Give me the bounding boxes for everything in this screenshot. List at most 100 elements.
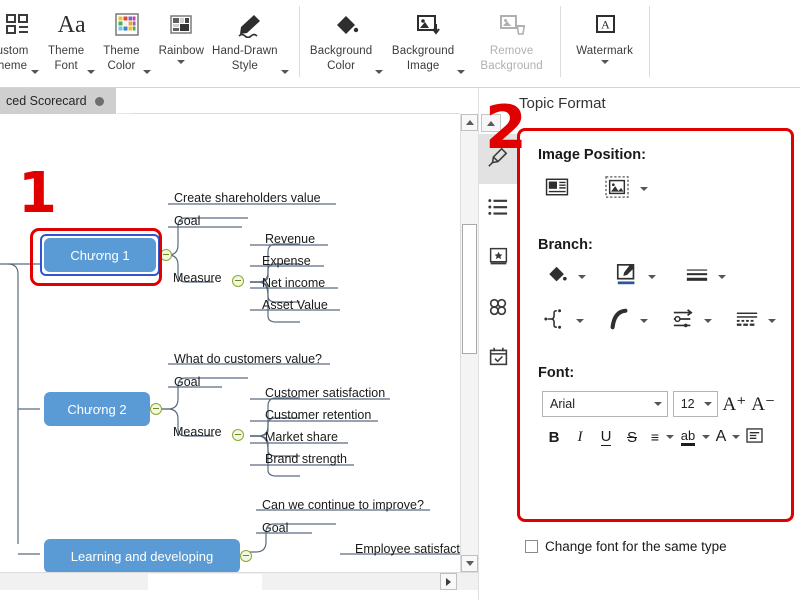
ribbon-background-image[interactable]: Background Image [388,0,470,74]
scroll-up-button[interactable] [461,114,478,131]
chevron-down-icon[interactable] [718,275,726,279]
branch-dash-style-button[interactable] [732,307,762,335]
chevron-down-icon[interactable] [177,60,186,64]
canvas-horizontal-scrollbar[interactable] [0,572,478,590]
chevron-down-icon[interactable] [578,275,586,279]
chevron-down-icon[interactable] [732,435,740,439]
topic-customer-satisfaction[interactable]: Customer satisfaction [265,386,385,400]
unsaved-changes-dot-icon [94,96,104,106]
chevron-down-icon[interactable] [640,187,648,191]
decrease-font-size-button[interactable]: A⁻ [751,393,775,416]
mindmap-canvas[interactable]: Create shareholders value Goal Measure R… [0,114,478,586]
font-family-value: Arial [550,397,576,411]
chevron-down-icon[interactable] [31,70,40,74]
panel-tab-task[interactable] [479,334,517,384]
chevron-down-icon[interactable] [87,70,96,74]
chevron-down-icon[interactable] [640,319,648,323]
ribbon-theme-color[interactable]: Theme Color [99,0,154,74]
branch-fill-color-button[interactable] [542,263,572,291]
topic-goal-1[interactable]: Goal [174,214,200,228]
collapse-toggle-measure-1[interactable] [232,275,244,287]
topic-market-share[interactable]: Market share [265,430,338,444]
branch-line-width-button[interactable] [682,263,712,291]
ribbon-custom-theme[interactable]: ustom heme [0,0,44,74]
font-color-glyph: A [715,428,727,445]
topic-create-shareholders-value[interactable]: Create shareholders value [174,191,321,205]
topic-brand-strength[interactable]: Brand strength [265,452,347,466]
chevron-down-icon[interactable] [280,70,289,74]
ribbon-label: Background Image [391,45,455,72]
font-color-button[interactable]: A [712,425,730,449]
topic-what-do-customers-value[interactable]: What do customers value? [174,352,322,366]
scroll-down-button[interactable] [461,555,478,572]
italic-button[interactable]: I [568,425,592,449]
chevron-down-icon[interactable] [703,402,712,406]
ribbon-watermark[interactable]: A Watermark [567,0,643,64]
topic-measure-1[interactable]: Measure [173,271,222,285]
increase-font-size-button[interactable]: A⁺ [723,393,747,416]
image-fill-button[interactable] [602,175,632,203]
panel-tab-sticker[interactable] [479,234,517,284]
branch-curve-button[interactable] [604,307,634,335]
chevron-down-icon[interactable] [375,70,384,74]
chevron-down-icon[interactable] [600,60,609,64]
chevron-down-icon[interactable] [142,70,151,74]
bold-button[interactable]: B [542,425,566,449]
chevron-down-icon[interactable] [666,435,674,439]
chevron-down-icon[interactable] [648,275,656,279]
topic-revenue[interactable]: Revenue [265,232,315,246]
topic-employee-satisfaction[interactable]: Employee satisfact [355,542,460,556]
document-tab-balanced-scorecard[interactable]: ced Scorecard [0,88,117,114]
mindmap-node-learning-and-developing[interactable]: Learning and developing [44,539,240,573]
scroll-right-button[interactable] [440,573,457,590]
topic-net-income[interactable]: Net income [262,276,325,290]
branch-arrow-style-button[interactable] [668,307,698,335]
topic-format-panel: Topic Format 2 Image Position: Branch: F… [478,88,800,600]
chevron-down-icon[interactable] [457,70,466,74]
ribbon-rainbow[interactable]: Rainbow [155,0,208,64]
strikethrough-button[interactable]: S [620,425,644,449]
chevron-down-icon[interactable] [653,402,662,406]
horizontal-scroll-thumb[interactable] [148,574,262,590]
annotation-step-1: 1 [18,161,57,226]
branch-structure-button[interactable] [540,307,570,335]
collapse-toggle-measure-2[interactable] [232,429,244,441]
chevron-down-icon[interactable] [768,319,776,323]
ribbon-label: Background Color [309,45,373,72]
underline-button[interactable]: U [594,425,618,449]
branch-edit-style-button[interactable] [612,263,642,291]
change-font-same-type-row[interactable]: Change font for the same type [525,539,727,554]
text-highlight-button[interactable]: ab [676,425,700,449]
chevron-down-icon[interactable] [704,319,712,323]
font-family-select[interactable]: Arial [542,391,668,417]
document-tab-strip: ced Scorecard [0,88,460,114]
chevron-down-icon[interactable] [702,435,710,439]
line-weight-icon [685,265,709,290]
panel-tab-outline[interactable] [479,184,517,234]
collapse-toggle-chuong-1[interactable] [160,249,172,261]
topic-asset-value[interactable]: Asset Value [262,298,328,312]
ribbon-theme-font[interactable]: Aa Theme Font [44,0,99,74]
rainbow-icon [167,6,195,44]
topic-expense[interactable]: Expense [262,254,311,268]
topic-measure-2[interactable]: Measure [173,425,222,439]
change-font-same-type-checkbox[interactable] [525,540,538,553]
canvas-vertical-scrollbar[interactable] [460,114,478,572]
collapse-toggle-chuong-2[interactable] [150,403,162,415]
align-button[interactable]: ≡ [646,425,664,449]
mindmap-node-chuong-2[interactable]: Chương 2 [44,392,150,426]
chevron-down-icon[interactable] [576,319,584,323]
topic-customer-retention[interactable]: Customer retention [265,408,371,422]
vertical-scroll-thumb[interactable] [462,224,477,354]
collapse-toggle-learning[interactable] [240,550,252,562]
topic-can-we-continue-to-improve[interactable]: Can we continue to improve? [262,498,424,512]
topic-goal-3[interactable]: Goal [262,521,288,535]
topic-goal-2[interactable]: Goal [174,375,200,389]
ribbon-hand-drawn-style[interactable]: Hand-Drawn Style [208,0,293,74]
text-direction-button[interactable] [742,425,766,449]
font-size-select[interactable]: 12 [672,391,718,417]
ribbon-background-color[interactable]: Background Color [306,0,388,74]
font-size-value: 12 [680,397,695,411]
image-inline-button[interactable] [542,175,572,203]
panel-tab-clipart[interactable] [479,284,517,334]
